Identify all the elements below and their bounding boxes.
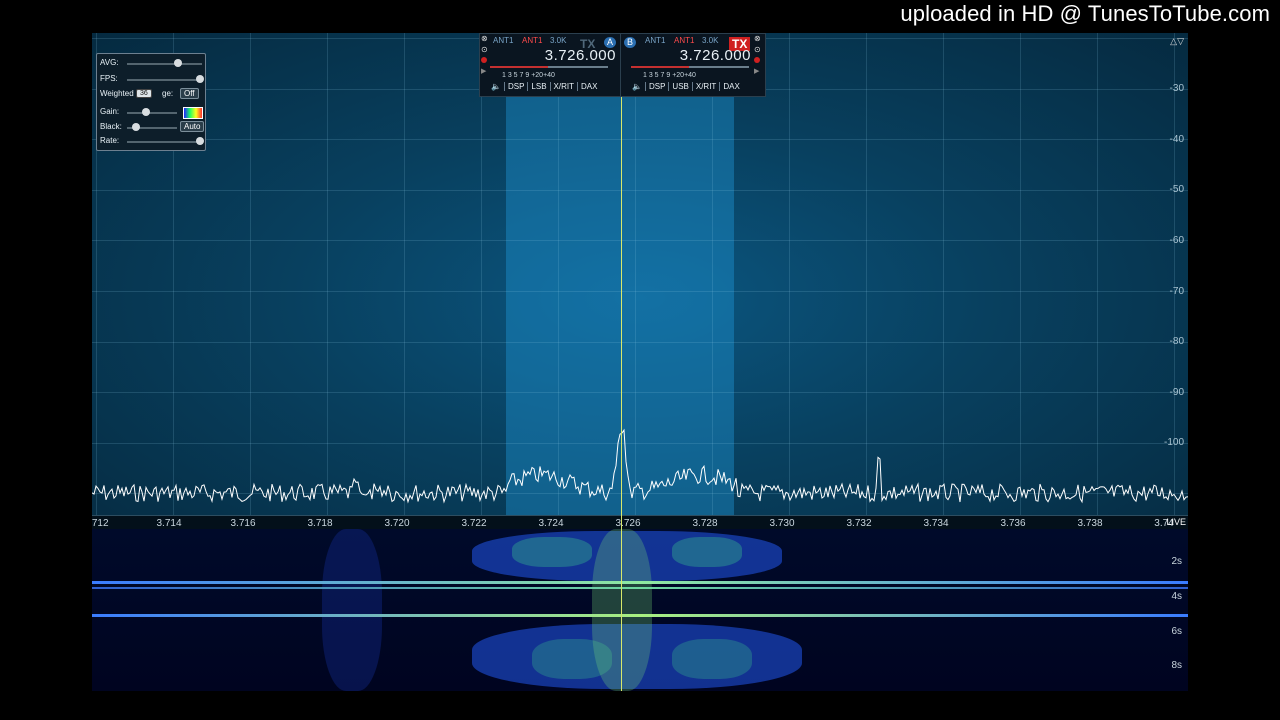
- freq-tick: 3.736: [1000, 518, 1026, 529]
- freq-tick: 3.714: [156, 518, 182, 529]
- freq-tick: 3.738: [1077, 518, 1103, 529]
- gain-label: Gain:: [100, 107, 120, 116]
- gain-tooltip: 36: [136, 89, 152, 98]
- s-meter-scale: 1 3 5 7 9 +20+40: [643, 72, 696, 79]
- audio-icon[interactable]: 🔈: [629, 82, 646, 91]
- close-icon[interactable]: ⊗: [481, 34, 488, 43]
- freq-tick: 3.732: [846, 518, 872, 529]
- tx-antenna[interactable]: ANT1: [522, 36, 542, 45]
- color-palette-button[interactable]: [183, 107, 203, 119]
- black-label: Black:: [100, 122, 122, 131]
- slice-letter[interactable]: B: [624, 37, 636, 48]
- waterfall-time: 4s: [1171, 591, 1182, 602]
- dbm-label: -70: [1169, 286, 1184, 297]
- xrit-button[interactable]: X/RIT: [550, 82, 578, 91]
- rate-label: Rate:: [100, 136, 120, 145]
- display-settings-panel: AVG: FPS: Weighted ge: Off 36 Gain: Blac…: [96, 53, 206, 151]
- waterfall-time: 8s: [1171, 660, 1182, 671]
- dbm-label: -90: [1169, 387, 1184, 398]
- mode-button[interactable]: LSB: [528, 82, 551, 91]
- waterfall-band: [92, 614, 1188, 617]
- rx-antenna[interactable]: ANT1: [645, 36, 665, 45]
- waterfall[interactable]: 2s 4s 6s 8s: [92, 529, 1188, 691]
- frequency-axis[interactable]: 3.712 3.714 3.716 3.718 3.720 3.722 3.72…: [92, 515, 1188, 530]
- panadapter-window[interactable]: -30 -40 -50 -60 -70 -80 -90 -100 △▽ 3.71…: [92, 33, 1188, 691]
- mode-button[interactable]: USB: [669, 82, 693, 91]
- freq-tick: 3.722: [461, 518, 487, 529]
- weighted-label: Weighted: [100, 89, 134, 98]
- rate-row: Rate:: [100, 134, 204, 148]
- collapse-arrows-icon[interactable]: △▽: [1170, 36, 1184, 47]
- black-row: Black: Auto: [100, 120, 205, 134]
- dsp-button[interactable]: DSP: [504, 82, 529, 91]
- dsp-button[interactable]: DSP: [645, 82, 670, 91]
- waterfall-time: 2s: [1171, 556, 1182, 567]
- s-meter: [490, 66, 608, 68]
- fps-slider[interactable]: [196, 75, 204, 83]
- freq-tick: 3.720: [384, 518, 410, 529]
- freq-tick: 3.734: [923, 518, 949, 529]
- dbm-label: -60: [1169, 235, 1184, 246]
- waterfall-band: [92, 587, 1188, 589]
- freq-tick: 3.716: [230, 518, 256, 529]
- record-icon[interactable]: [754, 57, 760, 63]
- black-slider[interactable]: [132, 123, 140, 131]
- slice-flag-b[interactable]: B ANT1 ANT1 3.0K TX ⊗ ⊙ ▶ 3.726.000 1 3 …: [620, 33, 766, 97]
- play-icon[interactable]: ▶: [481, 67, 486, 75]
- waterfall-band: [92, 581, 1188, 584]
- tx-antenna[interactable]: ANT1: [674, 36, 694, 45]
- slice-frequency[interactable]: 3.726.000: [680, 47, 751, 64]
- avg-label: AVG:: [100, 58, 119, 67]
- s-meter-scale: 1 3 5 7 9 +20+40: [502, 72, 555, 79]
- dbm-label: -40: [1169, 134, 1184, 145]
- dbm-label: -30: [1169, 83, 1184, 94]
- black-auto-button[interactable]: Auto: [180, 121, 205, 132]
- freq-tick: 3.718: [307, 518, 333, 529]
- fps-label: FPS:: [100, 74, 118, 83]
- fps-row: FPS:: [100, 72, 204, 86]
- dbm-label: -50: [1169, 184, 1184, 195]
- dax-button[interactable]: DAX: [720, 82, 742, 91]
- slice-flag-a[interactable]: ⊗ ⊙ ▶ ANT1 ANT1 3.0K TX A 3.726.000 1 3 …: [479, 33, 625, 97]
- lock-icon[interactable]: ⊙: [754, 45, 761, 54]
- live-label: LIVE: [1166, 517, 1186, 527]
- audio-icon[interactable]: 🔈: [488, 82, 505, 91]
- spectrum-trace: [92, 428, 1188, 504]
- dbm-label: -100: [1163, 437, 1184, 448]
- slice-frequency[interactable]: 3.726.000: [545, 47, 616, 64]
- s-meter: [631, 66, 749, 68]
- record-icon[interactable]: [481, 57, 487, 63]
- filter-width[interactable]: 3.0K: [702, 36, 718, 45]
- close-icon[interactable]: ⊗: [754, 34, 761, 43]
- watermark: uploaded in HD @ TunesToTube.com: [900, 1, 1270, 26]
- freq-tick: 3.712: [92, 518, 109, 529]
- dbm-label: -80: [1169, 336, 1184, 347]
- freq-tick: 3.730: [769, 518, 795, 529]
- filter-width[interactable]: 3.0K: [550, 36, 566, 45]
- xrit-button[interactable]: X/RIT: [692, 82, 721, 91]
- lock-icon[interactable]: ⊙: [481, 45, 488, 54]
- avg-row: AVG:: [100, 56, 202, 70]
- avg-slider[interactable]: [174, 59, 182, 67]
- freq-tick: 3.728: [692, 518, 718, 529]
- weighted-average-toggle[interactable]: Off: [180, 88, 199, 99]
- play-icon[interactable]: ▶: [754, 67, 759, 75]
- gain-slider[interactable]: [142, 108, 150, 116]
- slice-buttons: 🔈 DSP USB X/RIT DAX: [629, 82, 743, 91]
- waterfall-time: 6s: [1171, 626, 1182, 637]
- slice-buttons: 🔈 DSP LSB X/RIT DAX: [488, 82, 600, 91]
- dax-button[interactable]: DAX: [578, 82, 600, 91]
- freq-tick: 3.726: [615, 518, 641, 529]
- tuning-cursor[interactable]: [621, 33, 622, 691]
- freq-tick: 3.724: [538, 518, 564, 529]
- rx-antenna[interactable]: ANT1: [493, 36, 513, 45]
- weighted-suffix: ge:: [162, 89, 174, 98]
- rate-slider[interactable]: [196, 137, 204, 145]
